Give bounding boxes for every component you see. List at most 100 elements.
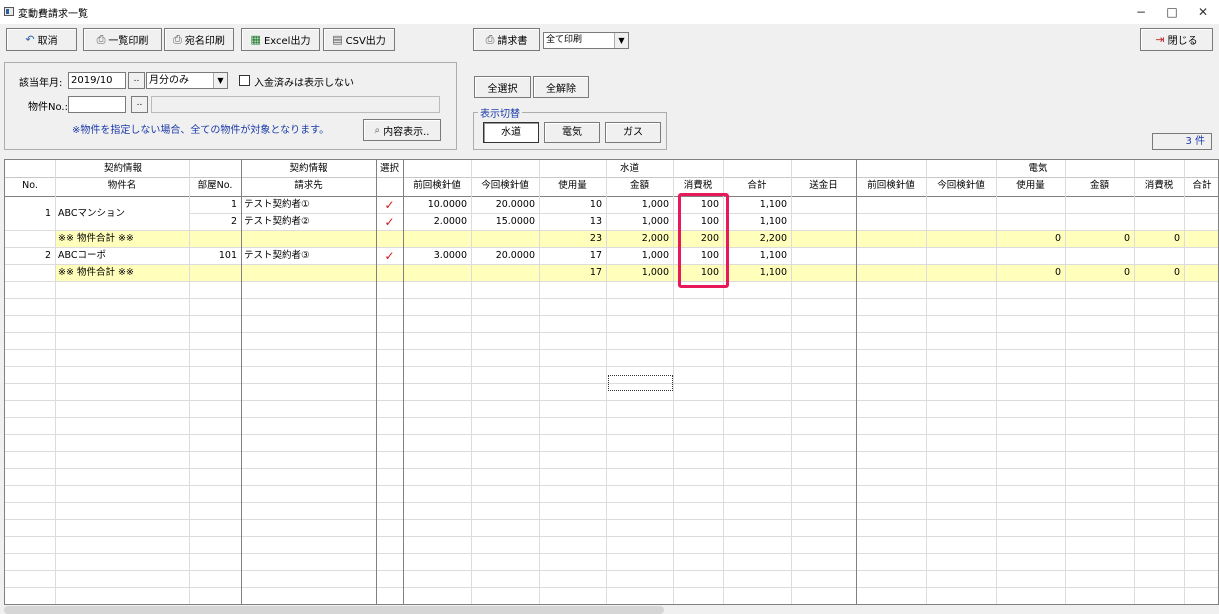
display-switch-legend: 表示切替: [478, 105, 522, 120]
cell-property-subtotal-label[interactable]: ※※ 物件合計 ※※: [55, 265, 189, 281]
cell-no[interactable]: 1: [5, 206, 55, 222]
col-header-room-no[interactable]: 部屋No.: [189, 178, 241, 194]
cell-elec-tax[interactable]: 0: [1134, 231, 1184, 247]
cell-water-total[interactable]: 2,200: [723, 231, 791, 247]
col-header-no[interactable]: No.: [5, 178, 55, 194]
col-header-elec-total[interactable]: 合計: [1184, 178, 1218, 194]
cell-water-total[interactable]: 1,100: [723, 214, 791, 230]
cell-water-prev[interactable]: 2.0000: [403, 214, 471, 230]
print-mode-select[interactable]: 全て印刷 ▼: [543, 32, 629, 49]
col-header-property-name[interactable]: 物件名: [55, 178, 189, 194]
property-input[interactable]: [68, 96, 126, 113]
cell-water-total[interactable]: 1,100: [723, 265, 791, 281]
property-label: 物件No.:: [28, 102, 68, 113]
col-header-water-amount[interactable]: 金額: [606, 178, 673, 194]
cell-water-prev[interactable]: 3.0000: [403, 248, 471, 264]
cell-property-name[interactable]: ABCマンション: [55, 206, 189, 222]
toolbar: ↶ 取消 ⎙ 一覧印刷 ⎙ 宛名印刷 ▦ Excel出力 ▤ CSV出力 ⎙ 請…: [0, 28, 1219, 54]
col-header-water-date[interactable]: 送金日: [791, 178, 856, 194]
cell-select-check[interactable]: ✓: [376, 248, 403, 264]
cell-water-amount[interactable]: 2,000: [606, 231, 673, 247]
cell-select-check[interactable]: ✓: [376, 197, 403, 213]
printer-icon: ⎙: [485, 32, 495, 46]
horizontal-scrollbar[interactable]: [4, 605, 1219, 614]
col-header-elec-prev[interactable]: 前回検針値: [856, 178, 926, 194]
cell-property-name[interactable]: ABCコーポ: [55, 248, 189, 264]
cell-water-usage[interactable]: 23: [539, 231, 606, 247]
tab-electricity[interactable]: 電気: [544, 122, 600, 143]
exit-icon: ⇥: [1155, 33, 1165, 46]
cell-water-usage[interactable]: 10: [539, 197, 606, 213]
invoice-button[interactable]: ⎙ 請求書: [473, 28, 540, 51]
cell-water-amount[interactable]: 1,000: [606, 248, 673, 264]
cell-property-subtotal-label[interactable]: ※※ 物件合計 ※※: [55, 231, 189, 247]
cell-water-total[interactable]: 1,100: [723, 197, 791, 213]
property-note: ※物件を指定しない場合、全ての物件が対象となります。: [72, 125, 330, 136]
cell-billing-to[interactable]: テスト契約者②: [241, 214, 376, 230]
month-picker-button[interactable]: ..: [128, 72, 145, 89]
col-header-water-prev[interactable]: 前回検針値: [403, 178, 471, 194]
col-header-elec-amount[interactable]: 金額: [1065, 178, 1134, 194]
magnifier-icon: ⌕: [374, 124, 381, 136]
cell-billing-to[interactable]: テスト契約者①: [241, 197, 376, 213]
tab-water[interactable]: 水道: [483, 122, 539, 143]
exclude-paid-checkbox[interactable]: [239, 75, 250, 86]
cell-water-usage[interactable]: 17: [539, 248, 606, 264]
cell-billing-to[interactable]: テスト契約者③: [241, 248, 376, 264]
cell-water-amount[interactable]: 1,000: [606, 197, 673, 213]
property-picker-button[interactable]: ..: [131, 96, 148, 113]
header-electricity: 電気: [1028, 163, 1048, 174]
minimize-button[interactable]: −: [1126, 3, 1156, 21]
cell-water-curr[interactable]: 20.0000: [471, 197, 539, 213]
undo-icon: ↶: [25, 33, 35, 46]
focused-cell[interactable]: [608, 375, 673, 391]
cell-water-total[interactable]: 1,100: [723, 248, 791, 264]
month-input[interactable]: 2019/10: [68, 72, 126, 89]
show-content-button[interactable]: ⌕ 内容表示..: [363, 119, 441, 141]
address-print-button[interactable]: ⎙ 宛名印刷: [164, 28, 234, 51]
list-print-button[interactable]: ⎙ 一覧印刷: [83, 28, 162, 51]
select-all-button[interactable]: 全選択: [474, 76, 531, 98]
cell-no[interactable]: 2: [5, 248, 55, 264]
cell-elec-tax[interactable]: 0: [1134, 265, 1184, 281]
close-window-button[interactable]: ✕: [1188, 3, 1218, 21]
printer-icon: ⎙: [96, 32, 106, 46]
col-header-elec-usage[interactable]: 使用量: [996, 178, 1065, 194]
col-header-water-curr[interactable]: 今回検針値: [471, 178, 539, 194]
cell-room-no[interactable]: 2: [189, 214, 241, 230]
cell-elec-amount[interactable]: 0: [1065, 231, 1134, 247]
cell-water-usage[interactable]: 17: [539, 265, 606, 281]
col-header-water-total[interactable]: 合計: [723, 178, 791, 194]
maximize-button[interactable]: □: [1157, 3, 1187, 21]
col-header-billing-to[interactable]: 請求先: [241, 178, 376, 194]
billing-grid[interactable]: 契約情報 契約情報 選択 水道 電気 No. 物件名 部屋No. 請求先 前回検…: [4, 159, 1219, 605]
csv-icon: ▤: [332, 33, 343, 46]
close-button[interactable]: ⇥ 閉じる: [1140, 28, 1213, 51]
csv-export-button[interactable]: ▤ CSV出力: [323, 28, 395, 51]
cell-water-usage[interactable]: 13: [539, 214, 606, 230]
col-header-water-tax[interactable]: 消費税: [673, 178, 723, 194]
property-name-display: [151, 96, 440, 113]
cell-room-no[interactable]: 1: [189, 197, 241, 213]
month-label: 該当年月:: [19, 78, 63, 89]
scrollbar-thumb[interactable]: [4, 606, 664, 614]
cell-water-amount[interactable]: 1,000: [606, 214, 673, 230]
excel-export-button[interactable]: ▦ Excel出力: [241, 28, 320, 51]
cell-water-prev[interactable]: 10.0000: [403, 197, 471, 213]
cell-elec-usage[interactable]: 0: [996, 265, 1065, 281]
excel-icon: ▦: [250, 33, 261, 46]
cell-elec-amount[interactable]: 0: [1065, 265, 1134, 281]
cell-water-amount[interactable]: 1,000: [606, 265, 673, 281]
cell-water-curr[interactable]: 15.0000: [471, 214, 539, 230]
period-select[interactable]: 月分のみ ▼: [146, 72, 228, 89]
cell-water-curr[interactable]: 20.0000: [471, 248, 539, 264]
cell-elec-usage[interactable]: 0: [996, 231, 1065, 247]
col-header-elec-curr[interactable]: 今回検針値: [926, 178, 996, 194]
col-header-elec-tax[interactable]: 消費税: [1134, 178, 1184, 194]
cancel-button[interactable]: ↶ 取消: [6, 28, 77, 51]
tab-gas[interactable]: ガス: [605, 122, 661, 143]
col-header-water-usage[interactable]: 使用量: [539, 178, 606, 194]
cell-select-check[interactable]: ✓: [376, 214, 403, 230]
deselect-all-button[interactable]: 全解除: [533, 76, 589, 98]
cell-room-no[interactable]: 101: [189, 248, 241, 264]
